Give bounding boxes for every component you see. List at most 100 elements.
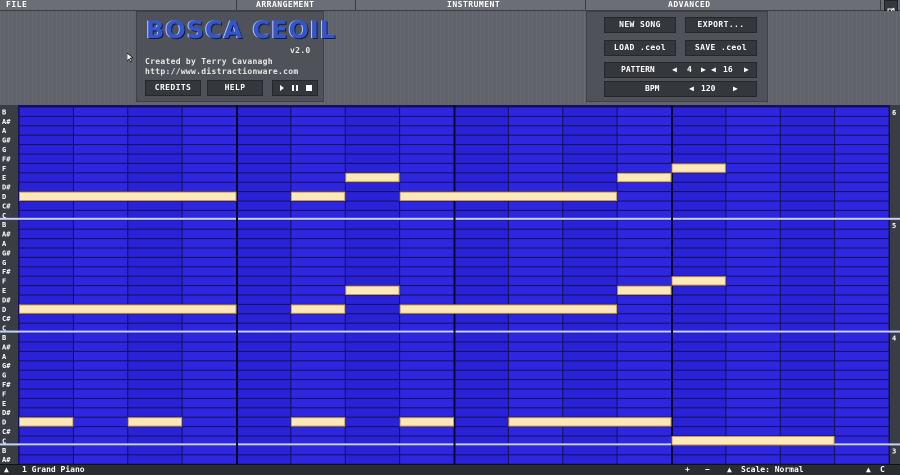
grid-cell[interactable] — [19, 333, 73, 342]
grid-cell[interactable] — [835, 333, 889, 342]
grid-cell[interactable] — [835, 201, 889, 210]
grid-cell[interactable] — [672, 342, 726, 351]
grid-cell[interactable] — [508, 145, 563, 154]
grid-cell[interactable] — [508, 154, 563, 163]
grid-cell[interactable] — [400, 314, 454, 323]
grid-cell[interactable] — [19, 257, 73, 267]
grid-cell[interactable] — [780, 267, 835, 276]
pause-icon[interactable] — [292, 85, 298, 91]
grid-cell[interactable] — [237, 333, 291, 342]
grid-cell[interactable] — [19, 126, 73, 135]
grid-cell[interactable] — [400, 220, 454, 229]
grid-cell[interactable] — [726, 286, 780, 295]
grid-cell[interactable] — [345, 257, 400, 267]
grid-cell[interactable] — [617, 154, 671, 163]
pattern-prev-arrow-icon[interactable]: ◀ — [672, 63, 677, 77]
grid-cell[interactable] — [835, 342, 889, 351]
grid-cell[interactable] — [237, 408, 291, 417]
grid-cell[interactable] — [19, 361, 73, 370]
grid-cell[interactable] — [237, 182, 291, 192]
grid-cell[interactable] — [19, 351, 73, 361]
grid-cell[interactable] — [508, 351, 563, 361]
grid-cell[interactable] — [237, 173, 291, 182]
grid-cell[interactable] — [19, 267, 73, 276]
grid-cell[interactable] — [291, 229, 345, 239]
grid-cell[interactable] — [19, 427, 73, 436]
grid-cell[interactable] — [345, 220, 400, 229]
grid-cell[interactable] — [672, 201, 726, 210]
grid-cell[interactable] — [508, 267, 563, 276]
grid-cell[interactable] — [454, 229, 508, 239]
grid-cell[interactable] — [237, 192, 291, 201]
grid-cell[interactable] — [563, 267, 617, 276]
grid-cell[interactable] — [454, 173, 508, 182]
grid-cell[interactable] — [508, 361, 563, 370]
grid-cell[interactable] — [726, 333, 780, 342]
grid-cell[interactable] — [237, 201, 291, 210]
grid-cell[interactable] — [73, 333, 128, 342]
grid-cell[interactable] — [563, 361, 617, 370]
grid-cell[interactable] — [454, 135, 508, 145]
grid-cell[interactable] — [672, 408, 726, 417]
grid-cell[interactable] — [73, 239, 128, 248]
grid-cell[interactable] — [73, 351, 128, 361]
grid-cell[interactable] — [672, 107, 726, 116]
grid-cell[interactable] — [19, 220, 73, 229]
grid-cell[interactable] — [291, 361, 345, 370]
grid-cell[interactable] — [73, 314, 128, 323]
grid-cell[interactable] — [345, 370, 400, 380]
grid-cell[interactable] — [400, 380, 454, 389]
grid-cell[interactable] — [400, 173, 454, 182]
grid-cell[interactable] — [835, 126, 889, 135]
grid-cell[interactable] — [780, 389, 835, 398]
grid-cell[interactable] — [454, 427, 508, 436]
grid-cell[interactable] — [345, 116, 400, 126]
grid-cell[interactable] — [128, 135, 182, 145]
grid-cell[interactable] — [563, 286, 617, 295]
grid-cell[interactable] — [726, 229, 780, 239]
grid-cell[interactable] — [780, 333, 835, 342]
grid-cell[interactable] — [19, 445, 73, 455]
grid-cell[interactable] — [237, 370, 291, 380]
credits-button[interactable]: CREDITS — [145, 80, 201, 96]
grid-cell[interactable] — [291, 257, 345, 267]
grid-cell[interactable] — [182, 116, 236, 126]
grid-cell[interactable] — [617, 351, 671, 361]
grid-cell[interactable] — [19, 342, 73, 351]
grid-cell[interactable] — [345, 333, 400, 342]
grid-cell[interactable] — [617, 229, 671, 239]
grid-cell[interactable] — [454, 126, 508, 135]
grid-cell[interactable] — [400, 201, 454, 210]
grid-cell[interactable] — [73, 427, 128, 436]
grid-cell[interactable] — [400, 154, 454, 163]
grid-cell[interactable] — [182, 351, 236, 361]
grid-cell[interactable] — [726, 445, 780, 455]
grid-cell[interactable] — [726, 304, 780, 314]
grid-cell[interactable] — [237, 398, 291, 408]
grid-cell[interactable] — [400, 389, 454, 398]
grid-cell[interactable] — [780, 286, 835, 295]
grid-cell[interactable] — [508, 389, 563, 398]
grid-cell[interactable] — [128, 389, 182, 398]
grid-cell[interactable] — [182, 455, 236, 464]
grid-cell[interactable] — [726, 201, 780, 210]
grid-cell[interactable] — [182, 229, 236, 239]
grid-cell[interactable] — [128, 229, 182, 239]
grid-cell[interactable] — [345, 351, 400, 361]
grid-cell[interactable] — [73, 267, 128, 276]
grid-cell[interactable] — [400, 408, 454, 417]
grid-cell[interactable] — [454, 389, 508, 398]
grid-cell[interactable] — [617, 201, 671, 210]
grid-cell[interactable] — [835, 135, 889, 145]
grid-cell[interactable] — [454, 182, 508, 192]
grid-cell[interactable] — [19, 408, 73, 417]
grid-cell[interactable] — [780, 220, 835, 229]
grid-cell[interactable] — [400, 145, 454, 154]
grid-cell[interactable] — [291, 276, 345, 286]
grid-cell[interactable] — [726, 239, 780, 248]
grid-cell[interactable] — [726, 126, 780, 135]
grid-cell[interactable] — [128, 295, 182, 304]
grid-cell[interactable] — [563, 154, 617, 163]
grid-cell[interactable] — [835, 389, 889, 398]
grid-cell[interactable] — [73, 248, 128, 257]
